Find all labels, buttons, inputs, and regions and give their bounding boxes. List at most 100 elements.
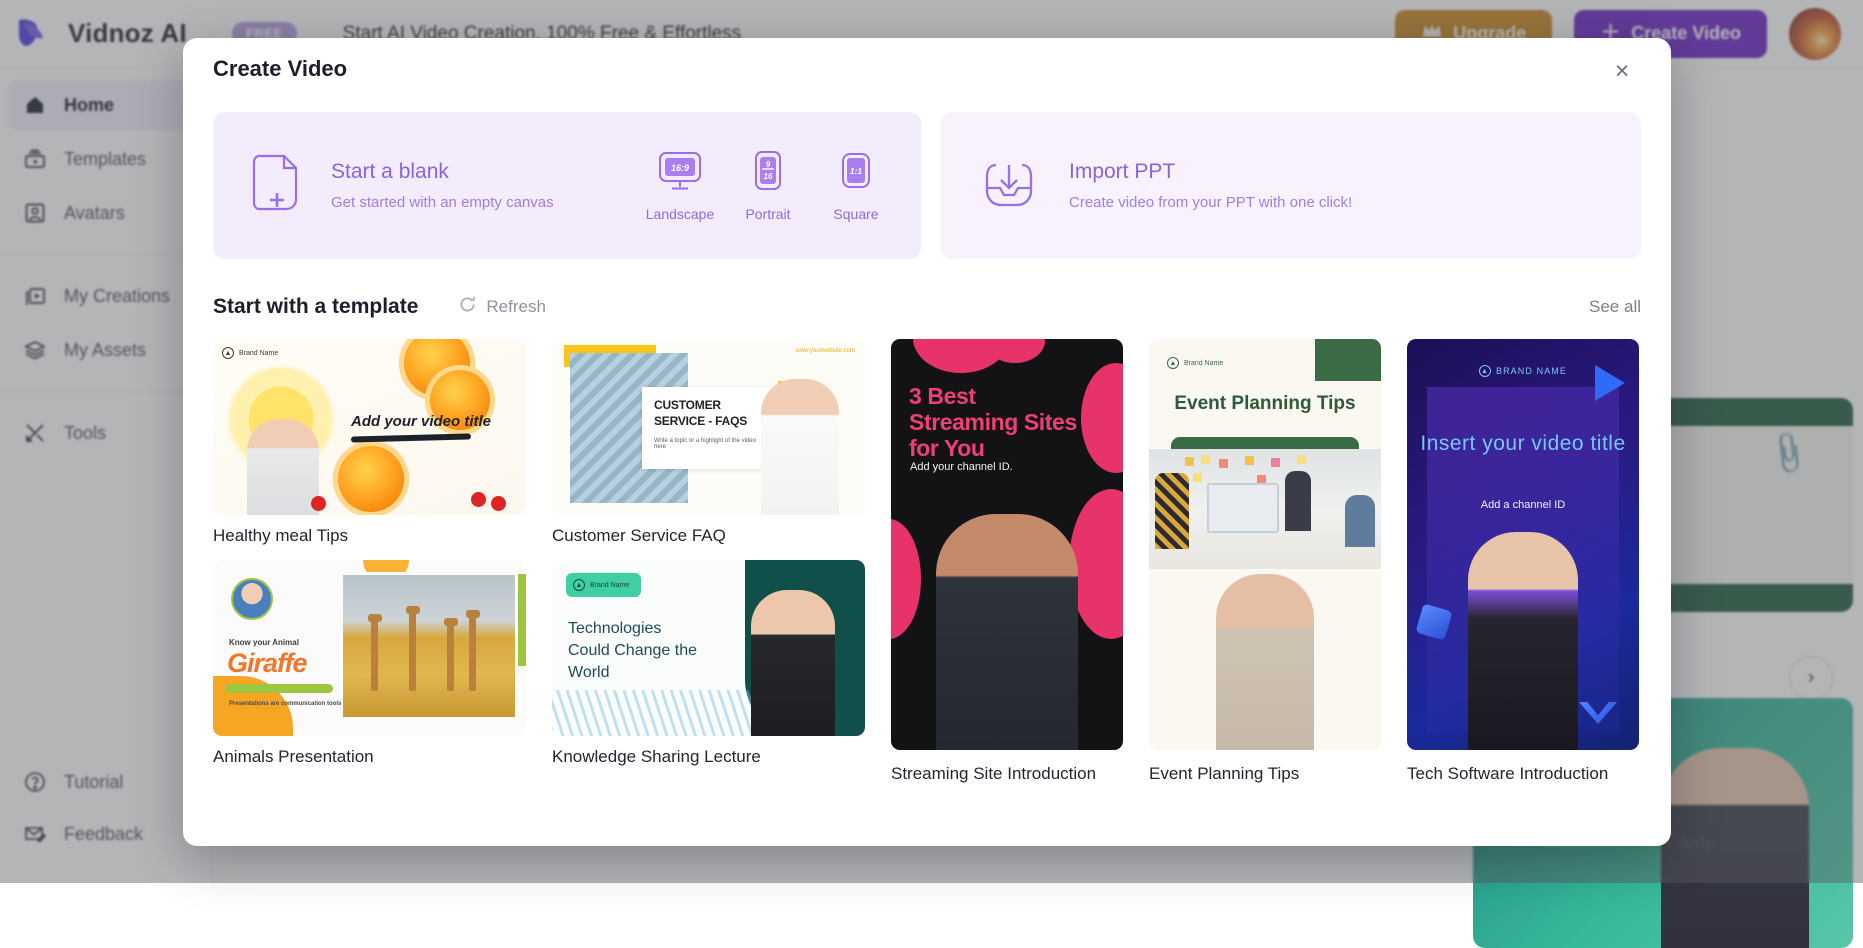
stream-subtitle: Add your channel ID. <box>910 461 1013 473</box>
template-thumbnail: ▲ Brand Name Event Planning Tips <box>1149 339 1381 750</box>
sticky-note <box>1193 473 1202 482</box>
event-person-suit <box>1285 471 1311 531</box>
faq-headline-1: CUSTOMER <box>654 397 760 413</box>
ratio-label: Portrait <box>745 206 790 222</box>
template-thumbnail: 3 Best Streaming Sites for You Add your … <box>891 339 1123 750</box>
faq-website-url: www.yourwebsite.com <box>796 348 855 354</box>
template-name: Customer Service FAQ <box>552 526 865 546</box>
square-ratio-icon: 1:1 <box>839 150 873 197</box>
svg-text:16: 16 <box>764 172 773 181</box>
templates-grid: ▲ Brand Name Add your video title <box>213 339 1641 784</box>
import-ppt-card[interactable]: Import PPT Create video from your PPT wi… <box>941 112 1641 259</box>
event-presenter <box>1216 574 1314 750</box>
tech-presenter <box>1468 532 1578 750</box>
tech-subtitle: Add a channel ID <box>1407 499 1639 511</box>
start-a-blank-card[interactable]: Start a blank Get started with an empty … <box>213 112 921 259</box>
template-card-streaming-site-introduction[interactable]: 3 Best Streaming Sites for You Add your … <box>891 339 1123 784</box>
cherry-1 <box>311 496 326 511</box>
event-whiteboard <box>1207 483 1279 533</box>
tech-triangle-decoration <box>1595 365 1625 401</box>
template-thumbnail: ▲ BRAND NAME Insert your video title Add… <box>1407 339 1639 750</box>
giraffe-4 <box>469 617 476 691</box>
faq-presenter <box>761 379 839 515</box>
animals-green-underline <box>225 684 333 693</box>
refresh-templates-button[interactable]: Refresh <box>458 295 546 319</box>
brand-name-text: Brand Name <box>239 350 278 357</box>
meal-headline: Add your video title <box>351 413 491 430</box>
ratio-option-portrait[interactable]: 9 16 Portrait <box>735 150 801 222</box>
template-name: Healthy meal Tips <box>213 526 526 546</box>
ratio-option-square[interactable]: 1:1 Square <box>823 150 889 222</box>
template-thumbnail: ▲ Brand Name Add your video title <box>213 339 526 515</box>
sticky-note <box>1297 455 1306 464</box>
svg-text:1:1: 1:1 <box>850 166 863 176</box>
see-all-link[interactable]: See all <box>1589 297 1641 317</box>
brand-tag: ▲ Brand Name <box>1167 357 1223 369</box>
sticky-note <box>1245 456 1254 465</box>
animals-headline: Giraffe <box>227 648 307 679</box>
brand-mark-icon: ▲ <box>1479 365 1491 377</box>
template-thumbnail: CUSTOMER SERVICE - FAQS Write a topic or… <box>552 339 865 515</box>
portrait-ratio-icon: 9 16 <box>751 150 785 197</box>
modal-body: Start a blank Get started with an empty … <box>183 100 1671 784</box>
meal-headline-underline <box>351 433 471 442</box>
stream-headline: 3 Best Streaming Sites for You <box>909 383 1089 461</box>
ratio-option-landscape[interactable]: 16:9 Landscape <box>647 150 713 222</box>
svg-text:16:9: 16:9 <box>671 163 689 173</box>
animals-note: Presentations are communication tools <box>229 700 341 709</box>
giraffe-2 <box>409 613 416 691</box>
tech-headline: Insert your video title <box>1407 431 1639 457</box>
template-name: Event Planning Tips <box>1149 764 1381 784</box>
sticky-note <box>1201 455 1210 464</box>
modal-title: Create Video <box>213 56 347 82</box>
template-card-healthy-meal-tips[interactable]: ▲ Brand Name Add your video title <box>213 339 526 546</box>
landscape-templates-column: ▲ Brand Name Add your video title <box>213 339 865 784</box>
template-card-animals-presentation[interactable]: Know your Animal Giraffe Presentations a… <box>213 560 526 767</box>
ratio-label: Landscape <box>646 206 715 222</box>
brand-name-text: Brand Name <box>1184 360 1223 367</box>
template-card-customer-service-faq[interactable]: CUSTOMER SERVICE - FAQS Write a topic or… <box>552 339 865 546</box>
faq-body-text: Write a topic or a highlight of the vide… <box>654 438 760 450</box>
template-card-tech-software-introduction[interactable]: ▲ BRAND NAME Insert your video title Add… <box>1407 339 1639 784</box>
faq-text-panel: CUSTOMER SERVICE - FAQS Write a topic or… <box>642 387 772 469</box>
refresh-icon <box>458 295 477 319</box>
meal-presenter <box>247 419 319 515</box>
event-headline: Event Planning Tips <box>1149 393 1381 415</box>
template-thumbnail: ▲ Brand Name Technologies Could Change t… <box>552 560 865 736</box>
orange-slice-3 <box>333 441 409 515</box>
close-icon[interactable]: × <box>1607 56 1637 86</box>
event-meeting-photo <box>1149 449 1381 569</box>
giraffe-1 <box>371 621 378 691</box>
brand-mark-icon: ▲ <box>222 347 234 359</box>
sticky-note <box>1271 458 1280 467</box>
create-video-modal: Create Video × Start a blank Get started… <box>183 38 1671 846</box>
brand-mark-icon: ▲ <box>1167 357 1179 369</box>
brand-name-text: Brand Name <box>590 582 629 589</box>
faq-headline-2: SERVICE - FAQS <box>654 413 760 429</box>
start-a-blank-title: Start a blank <box>331 160 554 184</box>
brand-mark-icon: ▲ <box>573 579 585 591</box>
landscape-templates-row-1: ▲ Brand Name Add your video title <box>213 339 865 546</box>
ratio-label: Square <box>833 206 878 222</box>
import-ppt-title: Import PPT <box>1069 160 1352 184</box>
modal-header: Create Video × <box>183 38 1671 100</box>
knowledge-wave-decoration <box>552 690 782 736</box>
cherry-3 <box>491 496 506 511</box>
giraffe-3 <box>447 625 454 691</box>
start-a-blank-texts: Start a blank Get started with an empty … <box>331 160 554 211</box>
event-green-corner <box>1315 339 1381 381</box>
templates-section-header: Start with a template Refresh See all <box>213 295 1641 319</box>
brand-tag: ▲ Brand Name <box>566 573 641 597</box>
event-person-seated <box>1345 495 1375 547</box>
template-card-knowledge-sharing-lecture[interactable]: ▲ Brand Name Technologies Could Change t… <box>552 560 865 767</box>
template-card-event-planning-tips[interactable]: ▲ Brand Name Event Planning Tips <box>1149 339 1381 784</box>
cherry-2 <box>471 492 486 507</box>
template-name: Tech Software Introduction <box>1407 764 1639 784</box>
template-name: Knowledge Sharing Lecture <box>552 747 865 767</box>
stream-blob-5 <box>891 519 921 639</box>
start-a-blank-subtitle: Get started with an empty canvas <box>331 194 554 211</box>
template-name: Streaming Site Introduction <box>891 764 1123 784</box>
knowledge-headline: Technologies Could Change the World <box>568 618 697 684</box>
brand-name-text: BRAND NAME <box>1496 366 1567 376</box>
svg-text:9: 9 <box>766 160 771 169</box>
